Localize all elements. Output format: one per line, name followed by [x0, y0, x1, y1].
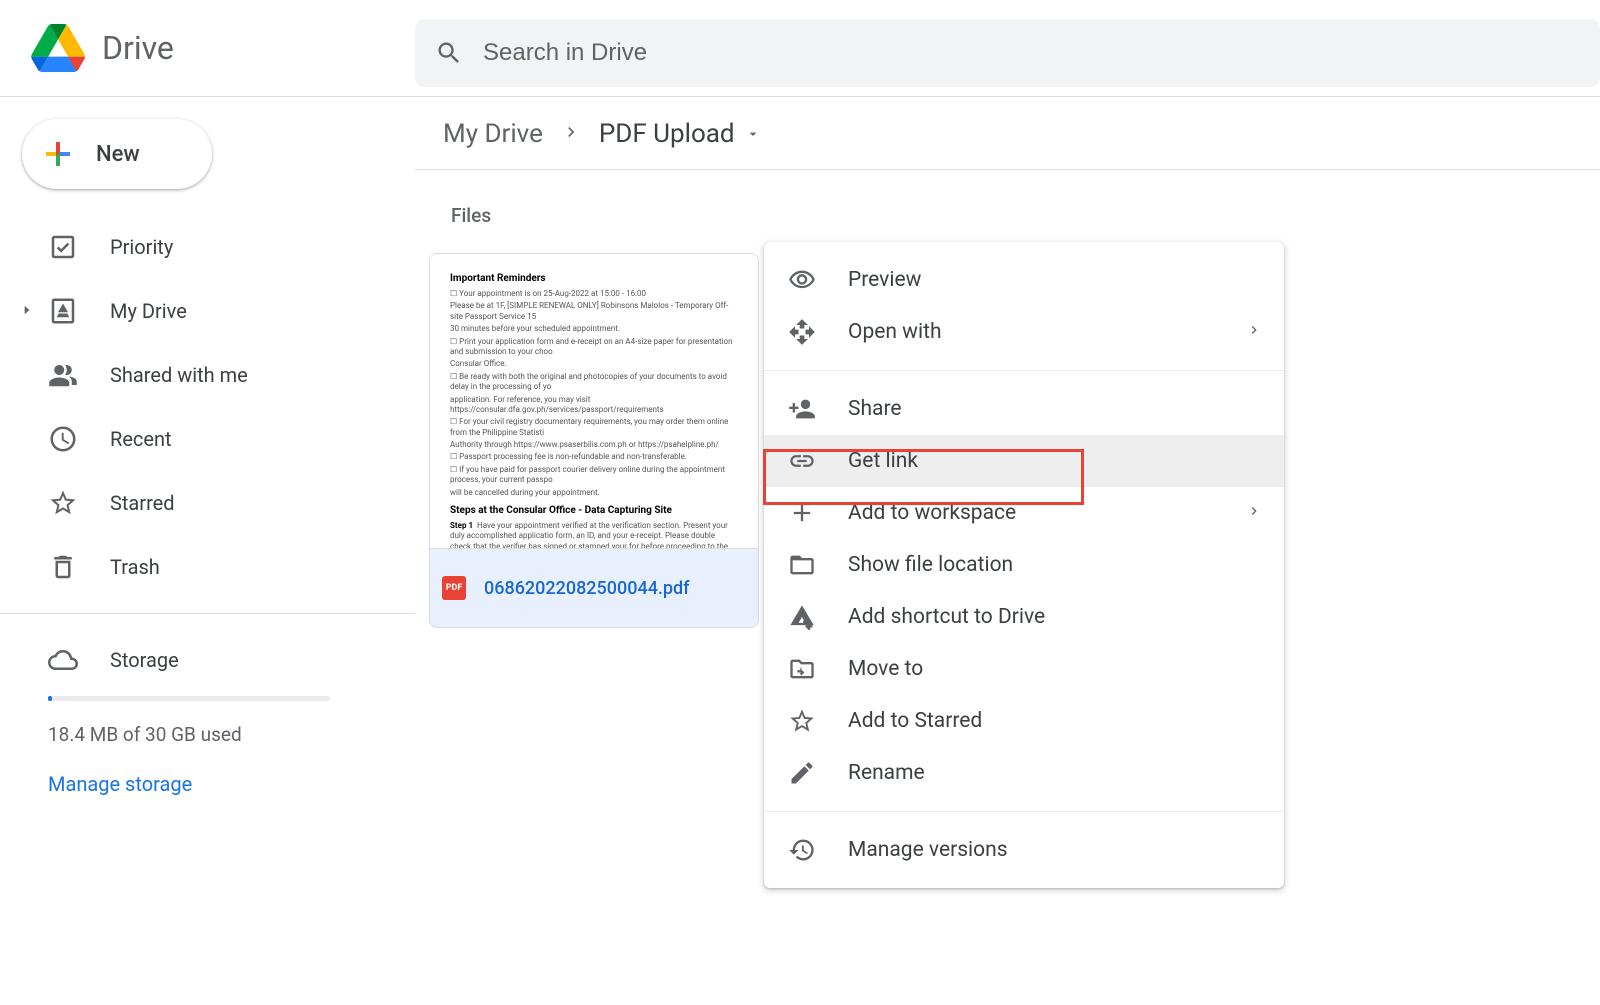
search-icon — [435, 39, 463, 67]
breadcrumb-current[interactable]: PDF Upload — [599, 119, 761, 149]
menu-label: Open with — [848, 320, 942, 344]
sidebar-item-mydrive[interactable]: My Drive — [0, 279, 391, 343]
sidebar-label: My Drive — [110, 299, 187, 323]
menu-openwith[interactable]: Open with — [764, 306, 1284, 358]
sidebar-item-priority[interactable]: Priority — [0, 215, 391, 279]
folder-icon — [788, 551, 816, 579]
context-menu: Preview Open with Share Get link Add to … — [764, 242, 1284, 888]
app-name: Drive — [102, 29, 174, 67]
section-files-label: Files — [451, 204, 1600, 227]
menu-addworkspace[interactable]: Add to workspace — [764, 487, 1284, 539]
menu-label: Get link — [848, 449, 918, 473]
sidebar-item-starred[interactable]: Starred — [0, 471, 391, 535]
star-icon — [788, 707, 816, 735]
menu-rename[interactable]: Rename — [764, 747, 1284, 799]
open-with-icon — [788, 318, 816, 346]
divider — [764, 811, 1284, 812]
history-icon — [788, 836, 816, 864]
plus-icon — [788, 499, 816, 527]
file-card-footer: PDF 06862022082500044.pdf — [430, 549, 758, 627]
menu-label: Rename — [848, 761, 925, 785]
eye-icon — [788, 266, 816, 294]
sidebar-label: Recent — [110, 427, 172, 451]
recent-icon — [48, 424, 78, 454]
menu-addstarred[interactable]: Add to Starred — [764, 695, 1284, 747]
sidebar-item-storage[interactable]: Storage — [48, 628, 355, 692]
file-name: 06862022082500044.pdf — [484, 578, 690, 599]
menu-addshortcut[interactable]: Add shortcut to Drive — [764, 591, 1284, 643]
menu-moveto[interactable]: Move to — [764, 643, 1284, 695]
menu-label: Add shortcut to Drive — [848, 605, 1045, 629]
manage-storage-link[interactable]: Manage storage — [48, 772, 355, 796]
topbar: Drive — [0, 0, 1600, 97]
sidebar: New Priority My Drive Shared with me — [0, 97, 415, 1005]
drive-logo-icon — [30, 24, 86, 72]
breadcrumb: My Drive PDF Upload — [415, 119, 1600, 170]
sidebar-label: Shared with me — [110, 363, 248, 387]
cloud-icon — [48, 645, 78, 675]
menu-label: Share — [848, 397, 902, 421]
menu-manageversions[interactable]: Manage versions — [764, 824, 1284, 876]
breadcrumb-current-label: PDF Upload — [599, 119, 735, 149]
menu-label: Manage versions — [848, 838, 1008, 862]
file-card[interactable]: Important Reminders ☐ Your appointment i… — [429, 253, 759, 628]
breadcrumb-root[interactable]: My Drive — [443, 119, 543, 149]
pdf-icon: PDF — [442, 576, 466, 600]
edit-icon — [788, 759, 816, 787]
logo-area[interactable]: Drive — [0, 24, 415, 72]
divider — [0, 613, 415, 614]
sidebar-label: Trash — [110, 555, 160, 579]
chevron-right-icon — [1246, 503, 1262, 523]
priority-icon — [48, 232, 78, 262]
sidebar-label: Starred — [110, 491, 175, 515]
new-button[interactable]: New — [22, 119, 212, 189]
menu-getlink[interactable]: Get link — [764, 435, 1284, 487]
storage-bar — [48, 696, 330, 701]
search-bar[interactable] — [415, 19, 1600, 87]
menu-label: Preview — [848, 268, 921, 292]
new-button-label: New — [96, 142, 140, 167]
sidebar-item-recent[interactable]: Recent — [0, 407, 391, 471]
folder-move-icon — [788, 655, 816, 683]
sidebar-item-shared[interactable]: Shared with me — [0, 343, 391, 407]
link-icon — [788, 447, 816, 475]
menu-label: Add to workspace — [848, 501, 1016, 525]
storage-label: Storage — [110, 648, 179, 672]
menu-label: Move to — [848, 657, 923, 681]
plus-icon — [40, 136, 76, 172]
menu-preview[interactable]: Preview — [764, 254, 1284, 306]
shared-icon — [48, 360, 78, 390]
menu-share[interactable]: Share — [764, 383, 1284, 435]
storage-usage: 18.4 MB of 30 GB used — [48, 723, 355, 746]
star-icon — [48, 488, 78, 518]
file-thumbnail: Important Reminders ☐ Your appointment i… — [430, 254, 758, 549]
drive-icon — [48, 296, 78, 326]
trash-icon — [48, 552, 78, 582]
divider — [764, 370, 1284, 371]
chevron-right-icon — [1246, 322, 1262, 342]
drive-shortcut-icon — [788, 603, 816, 631]
expand-caret-icon[interactable] — [20, 302, 34, 321]
person-add-icon — [788, 395, 816, 423]
chevron-right-icon — [561, 119, 581, 149]
menu-label: Show file location — [848, 553, 1013, 577]
sidebar-item-trash[interactable]: Trash — [0, 535, 391, 599]
menu-showlocation[interactable]: Show file location — [764, 539, 1284, 591]
menu-label: Add to Starred — [848, 709, 982, 733]
sidebar-label: Priority — [110, 235, 173, 259]
chevron-down-icon — [745, 119, 761, 149]
search-input[interactable] — [483, 39, 1580, 67]
